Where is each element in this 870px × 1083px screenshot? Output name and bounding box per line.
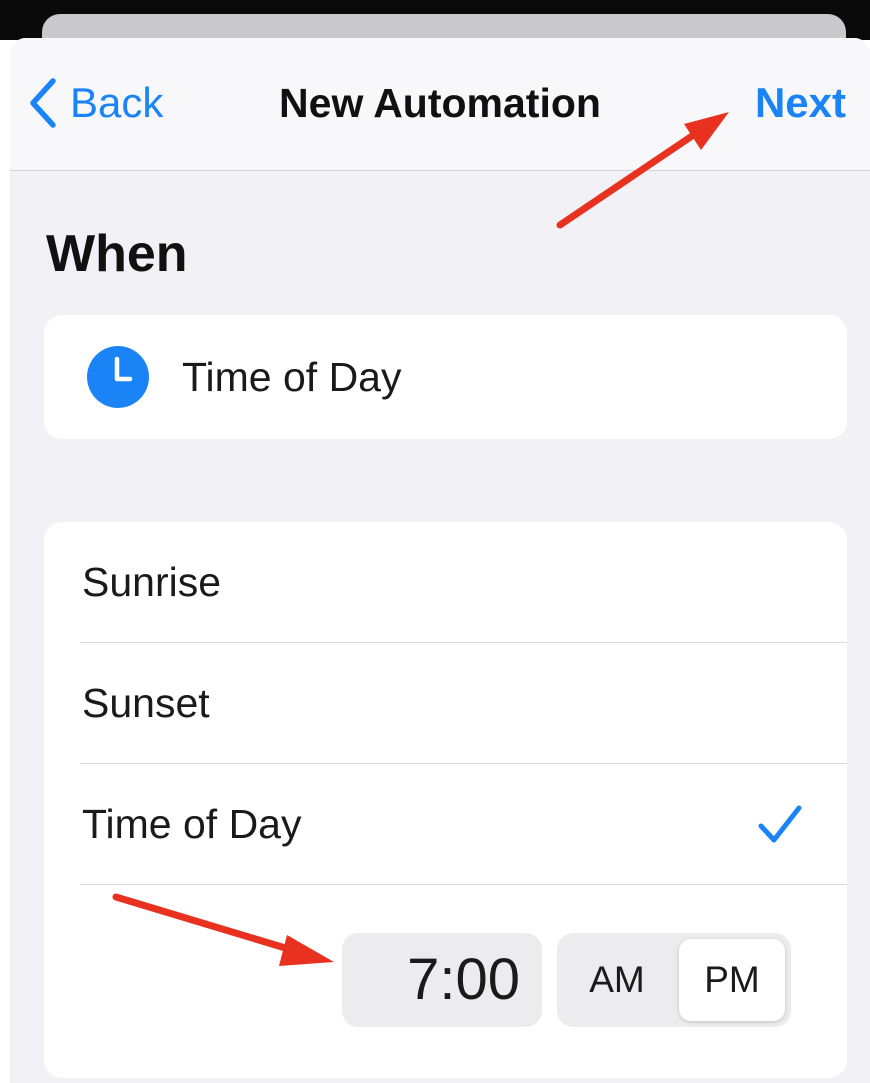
chevron-left-icon	[30, 78, 56, 128]
option-label: Sunrise	[82, 559, 222, 605]
option-sunrise[interactable]: Sunrise	[44, 522, 847, 643]
option-sunset[interactable]: Sunset	[44, 643, 847, 764]
row-divider	[80, 884, 847, 885]
am-pm-segmented-control: AM PM	[557, 933, 791, 1027]
trigger-label: Time of Day	[182, 353, 402, 400]
next-button[interactable]: Next	[755, 78, 846, 128]
trigger-summary-card[interactable]: Time of Day	[44, 315, 847, 439]
back-button[interactable]: Back	[28, 78, 163, 128]
option-label: Time of Day	[82, 801, 302, 847]
am-segment[interactable]: AM	[563, 939, 671, 1021]
option-time-of-day[interactable]: Time of Day	[44, 764, 847, 885]
trigger-options-list: Sunrise Sunset Time of Day 7:00 AM PM	[44, 522, 847, 1078]
back-button-label: Back	[70, 79, 164, 126]
screen: Back New Automation Next When Time of Da…	[0, 0, 870, 1083]
option-label: Sunset	[82, 680, 210, 726]
page-title: New Automation	[279, 80, 601, 126]
clock-icon	[87, 346, 149, 408]
checkmark-icon	[758, 805, 802, 843]
automation-sheet: Back New Automation Next When Time of Da…	[10, 38, 870, 1083]
section-heading: When	[46, 225, 188, 283]
pm-segment[interactable]: PM	[679, 939, 785, 1021]
navigation-bar: Back New Automation Next	[10, 38, 870, 171]
time-picker-field[interactable]: 7:00	[342, 933, 542, 1027]
